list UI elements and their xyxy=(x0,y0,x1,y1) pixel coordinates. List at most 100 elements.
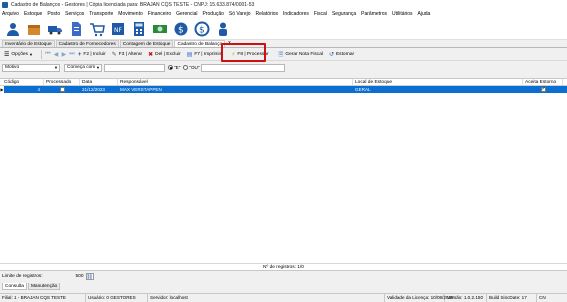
filter-value-input[interactable] xyxy=(104,63,165,72)
menu-estoque[interactable]: Estoque xyxy=(24,11,42,17)
menu-relatorios[interactable]: Relatórios xyxy=(256,11,279,17)
window-title: Cadastro de Balanços - Gestores | Cópia … xyxy=(11,2,255,8)
toolbar-separator xyxy=(40,50,42,59)
cart-icon[interactable] xyxy=(88,20,106,38)
menu-fiscal[interactable]: Fiscal xyxy=(314,11,327,17)
svg-text:$: $ xyxy=(199,25,205,35)
generate-label: Gerar Nota Fiscal xyxy=(285,52,323,57)
processado-checkbox[interactable] xyxy=(59,87,65,92)
chevron-down-icon: ▼ xyxy=(28,51,33,57)
invoice-icon: 🗎 xyxy=(278,51,284,58)
edit-button[interactable]: ✎ F3 | Alterar xyxy=(110,50,144,60)
plus-icon: + xyxy=(77,51,82,58)
generate-invoice-button[interactable]: 🗎 Gerar Nota Fiscal xyxy=(277,50,325,60)
bottom-tabs: Consulta Manutenção xyxy=(0,283,567,291)
status-caps: CN xyxy=(539,295,546,300)
money-icon[interactable] xyxy=(151,20,169,38)
aceita-estorno-checkbox[interactable] xyxy=(540,86,546,92)
menu-financeiro[interactable]: Financeiro xyxy=(148,11,171,17)
status-user: Usuário: 0 GESTORES xyxy=(86,294,148,302)
tab-inventario-estoque[interactable]: Inventário de Estoque xyxy=(2,40,55,47)
status-version: Versão: 1.0.2.150 xyxy=(445,294,487,302)
column-codigo[interactable]: Código xyxy=(2,79,44,85)
dollar-icon[interactable]: $ xyxy=(172,20,190,38)
truck-icon[interactable] xyxy=(46,20,64,38)
chevron-down-icon: ▼ xyxy=(54,64,58,70)
menu-gerencial[interactable]: Gerencial xyxy=(176,11,197,17)
app-icon xyxy=(2,2,8,8)
cell-responsavel: MAX VERSTAPPEN xyxy=(120,87,162,92)
menu-indicadores[interactable]: Indicadores xyxy=(283,11,309,17)
tab-manutencao[interactable]: Manutenção xyxy=(27,283,61,290)
person-icon[interactable] xyxy=(214,20,232,38)
status-bar: Filial: 1 - BRAJAN CQS TESTE Usuário: 0 … xyxy=(0,293,567,302)
limit-bar: Limite de registros: 500 ⛓ xyxy=(0,272,567,281)
filter-bar: Motivo ▼ Começa com ▼ "E" "OU" xyxy=(0,62,567,73)
menu-arquivo[interactable]: Arquivo xyxy=(2,11,19,17)
add-label: F2 | Incluir xyxy=(83,52,106,57)
menu-transporte[interactable]: Transporte xyxy=(89,11,113,17)
limit-value[interactable]: 500 xyxy=(71,274,84,279)
coin-icon[interactable]: $ xyxy=(193,20,211,38)
cell-data: 21/12/2023 xyxy=(82,87,105,92)
radio-and[interactable]: "E" xyxy=(168,65,180,70)
grid-header: Código Processado Data Responsável Local… xyxy=(0,79,567,86)
print-button[interactable]: ▤ F7 | Imprimir xyxy=(185,50,224,60)
tab-contagem-estoque[interactable]: Contagem de Estoque xyxy=(119,40,174,47)
menu-producao[interactable]: Produção xyxy=(203,11,224,17)
undo-icon: ↺ xyxy=(328,51,334,58)
radio-or[interactable]: "OU" xyxy=(183,65,199,70)
column-local-estoque[interactable]: Local de Estoque xyxy=(353,79,523,85)
delete-button[interactable]: ✖ Del | Excluir xyxy=(146,50,183,60)
menu-icon: ☰ xyxy=(4,51,10,58)
filter-operator-select[interactable]: Começa com ▼ xyxy=(64,63,102,72)
column-responsavel[interactable]: Responsável xyxy=(118,79,353,85)
table-row[interactable]: ▶ 4 21/12/2023 MAX VERSTAPPEN GERAL xyxy=(0,86,567,93)
reverse-button[interactable]: ↺ Estornar xyxy=(327,50,356,60)
shortcut-icon-bar: NF $ $ xyxy=(0,18,567,40)
menu-utilitarios[interactable]: Utilitários xyxy=(392,11,413,17)
menu-servicos[interactable]: Serviços xyxy=(65,11,84,17)
prev-record-icon[interactable]: ◀ xyxy=(52,50,60,60)
tab-cadastro-balanco[interactable]: Cadastro de Balanço xyxy=(174,40,226,47)
document-tabs: Inventário de Estoque Cadastro de Fornec… xyxy=(0,40,567,48)
print-label: F7 | Imprimir xyxy=(194,52,222,57)
highlight-box xyxy=(221,43,266,62)
column-data[interactable]: Data xyxy=(80,79,118,85)
link-icon[interactable]: ⛓ xyxy=(85,273,94,280)
radio-and-label: "E" xyxy=(174,65,181,70)
printer-icon: ▤ xyxy=(186,51,193,58)
nfe-icon[interactable]: NF xyxy=(109,20,127,38)
menu-posto[interactable]: Posto xyxy=(47,11,60,17)
records-grid: Código Processado Data Responsável Local… xyxy=(0,78,567,271)
filter-field-value: Motivo xyxy=(5,64,20,70)
filter-field-select[interactable]: Motivo ▼ xyxy=(2,63,60,72)
next-record-icon[interactable]: ▶ xyxy=(60,50,68,60)
reverse-label: Estornar xyxy=(335,52,355,57)
menu-so-varejo[interactable]: Só Varejo xyxy=(229,11,251,17)
cell-local-estoque: GERAL xyxy=(355,87,371,92)
menu-ajuda[interactable]: Ajuda xyxy=(418,11,431,17)
column-aceita-estorno[interactable]: Aceita Estorno xyxy=(523,79,563,85)
first-record-icon[interactable]: ⏮ xyxy=(44,50,52,60)
cell-aceita-estorno xyxy=(523,86,563,93)
svg-text:NF: NF xyxy=(114,27,122,34)
menu-parametros[interactable]: Parâmetros xyxy=(361,11,387,17)
limit-label: Limite de registros: xyxy=(2,274,43,279)
calculator-icon[interactable] xyxy=(130,20,148,38)
menu-seguranca[interactable]: Segurança xyxy=(332,11,356,17)
document-icon[interactable] xyxy=(67,20,85,38)
options-label: Opções xyxy=(11,52,28,57)
box-icon[interactable] xyxy=(25,20,43,38)
filter-extra-input[interactable] xyxy=(201,63,286,72)
options-button[interactable]: ☰ Opções ▼ xyxy=(2,50,37,60)
column-processado[interactable]: Processado xyxy=(44,79,80,85)
add-button[interactable]: + F2 | Incluir xyxy=(76,50,108,60)
last-record-icon[interactable]: ⏭ xyxy=(68,50,76,60)
tab-consulta[interactable]: Consulta xyxy=(2,283,27,290)
radio-or-dot xyxy=(183,65,189,70)
tab-cadastro-fornecedores[interactable]: Cadastro de Fornecedores xyxy=(55,40,119,47)
menu-movimento[interactable]: Movimento xyxy=(118,11,142,17)
delete-x-icon: ✖ xyxy=(148,51,154,58)
user-icon[interactable] xyxy=(4,20,22,38)
